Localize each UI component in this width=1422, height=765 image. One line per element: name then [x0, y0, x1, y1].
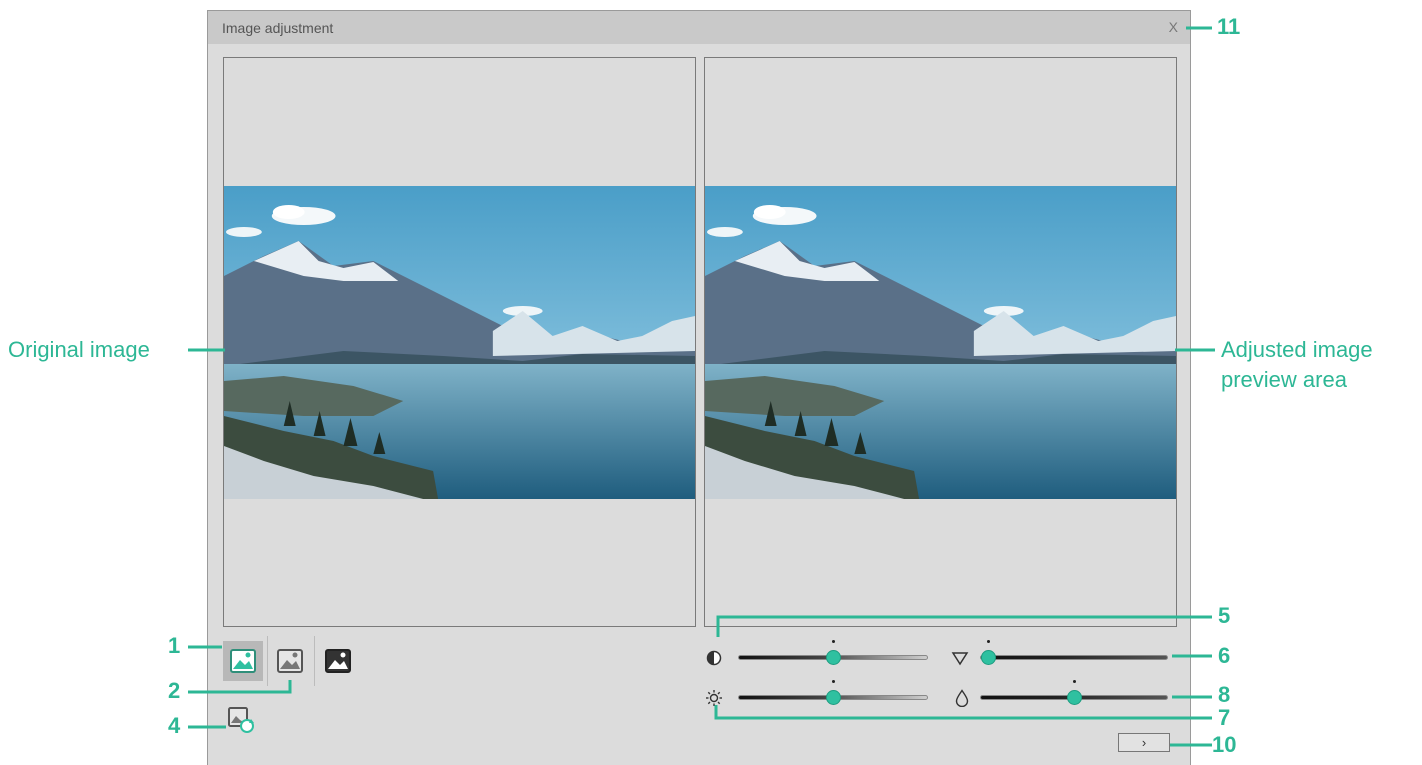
callout-number: 10 [1212, 732, 1237, 757]
callout-number: 6 [1218, 643, 1231, 668]
brightness-icon [704, 688, 724, 708]
color-image-icon [230, 649, 256, 673]
adjusted-image-preview [705, 186, 1176, 499]
adjusted-preview-callout-line2: preview area [1221, 367, 1347, 392]
black-white-mode-button[interactable] [318, 641, 358, 681]
callout-number: 11 [1217, 14, 1241, 39]
callout-number: 8 [1218, 682, 1231, 707]
brightness-slider[interactable] [738, 680, 928, 708]
contrast-slider[interactable] [738, 640, 928, 668]
brightness-slider-thumb[interactable] [826, 690, 841, 705]
chevron-right-icon: › [1141, 735, 1147, 750]
title-bar: Image adjustment X [208, 11, 1190, 44]
next-button[interactable]: › [1118, 733, 1170, 752]
callout-number: 7 [1218, 705, 1231, 730]
black-white-image-icon [325, 649, 351, 673]
saturation-slider[interactable] [980, 680, 1168, 708]
color-mode-button[interactable] [223, 641, 263, 681]
gamma-default-tick [987, 640, 990, 643]
adjusted-image-preview-panel [704, 57, 1177, 627]
callout-number: 5 [1218, 603, 1231, 628]
mode-separator [267, 636, 268, 686]
grayscale-image-icon [277, 649, 303, 673]
window-title: Image adjustment [222, 20, 334, 36]
contrast-slider-thumb[interactable] [826, 650, 841, 665]
close-button[interactable]: X [1169, 19, 1178, 35]
brightness-default-tick [832, 680, 835, 683]
image-adjustment-window: Image adjustment X › [207, 10, 1191, 765]
grayscale-mode-button[interactable] [270, 641, 310, 681]
saturation-default-tick [1073, 680, 1076, 683]
reset-adjustments-button[interactable] [225, 703, 259, 737]
contrast-icon [704, 648, 724, 668]
gamma-slider[interactable] [980, 640, 1168, 668]
contrast-default-tick [832, 640, 835, 643]
gamma-slider-thumb[interactable] [981, 650, 996, 665]
droplet-icon [952, 688, 972, 708]
original-image-panel [223, 57, 696, 627]
callout-number: 1 [168, 633, 181, 658]
mode-separator [314, 636, 315, 686]
triangle-icon [950, 648, 970, 668]
callout-number: 2 [168, 678, 181, 703]
image-reset-icon [228, 707, 254, 733]
original-image-callout: Original image [8, 337, 150, 362]
saturation-slider-thumb[interactable] [1067, 690, 1082, 705]
adjusted-preview-callout-line1: Adjusted image [1221, 337, 1373, 362]
callout-number: 4 [168, 713, 181, 738]
original-image [224, 186, 695, 499]
gamma-slider-track [980, 655, 1168, 660]
